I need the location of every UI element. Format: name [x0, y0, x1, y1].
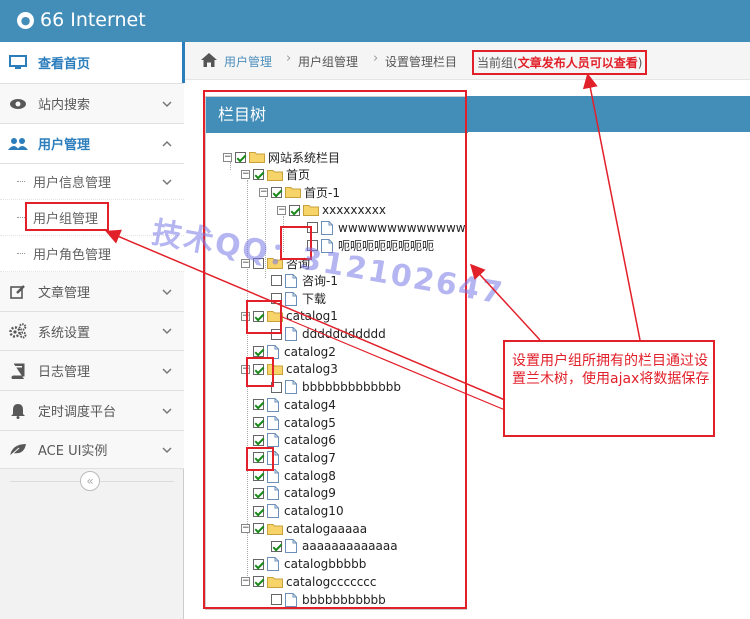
sidebar-item-label: 日志管理	[38, 365, 91, 380]
annotation-checkbox-box	[246, 447, 274, 471]
breadcrumb-item: 设置管理栏目	[385, 55, 458, 69]
sidebar-item-label: 用户管理	[38, 138, 91, 153]
globe-icon: ●	[17, 11, 34, 29]
home-icon[interactable]	[201, 53, 217, 67]
sidebar-subitem-label: 用户信息管理	[33, 176, 112, 191]
users-icon	[8, 136, 28, 152]
leaf-icon	[8, 442, 28, 458]
brand[interactable]: ● 66 Internet	[17, 9, 146, 31]
sidebar-item-search[interactable]: 站内搜索	[0, 84, 184, 124]
sidebar-subitem-label: 用户角色管理	[33, 248, 112, 263]
sidebar-item-label: 文章管理	[38, 286, 91, 301]
sidebar-item-logs[interactable]: 日志管理	[0, 351, 184, 391]
sidebar-item-label: 定时调度平台	[38, 405, 117, 420]
double-chevron-left-icon[interactable]: «	[80, 471, 100, 491]
chevron-down-icon	[162, 407, 172, 414]
sidebar-item-home[interactable]: 查看首页	[0, 42, 185, 84]
sidebar-subitem-user-info[interactable]: 用户信息管理	[0, 164, 184, 200]
current-group-suffix: )	[637, 56, 643, 70]
tree-dash	[17, 181, 25, 182]
annotation-tree-box	[203, 90, 467, 609]
sidebar-collapse-row: «	[0, 469, 184, 493]
sidebar-item-articles[interactable]: 文章管理	[0, 272, 184, 312]
current-group-name: 文章发布人员可以查看	[517, 56, 638, 70]
breadcrumb: 用户管理 › 用户组管理 › 设置管理栏目 当前组(文章发布人员可以查看)	[185, 42, 750, 80]
sidebar-item-scheduler[interactable]: 定时调度平台	[0, 391, 184, 431]
app-title: 66 Internet	[40, 9, 146, 31]
chevron-down-icon	[162, 178, 172, 185]
chevron-down-icon	[162, 328, 172, 335]
sidebar: 查看首页 站内搜索 用户管理 用户信息管理 用户组管理 用户角色管理 文章管理	[0, 42, 185, 619]
panel-header-extension	[467, 96, 750, 132]
annotation-sidebar-box	[25, 202, 109, 231]
cogs-icon	[8, 323, 28, 339]
edit-icon	[8, 284, 28, 300]
breadcrumb-item[interactable]: 用户组管理	[298, 53, 358, 70]
sidebar-item-users[interactable]: 用户管理	[0, 124, 184, 164]
chevron-down-icon	[162, 367, 172, 374]
bell-icon	[8, 403, 28, 419]
annotation-checkbox-box	[246, 300, 282, 334]
chevron-up-icon	[162, 140, 172, 147]
sidebar-item-label: 系统设置	[38, 325, 91, 341]
tree-dash	[17, 253, 25, 254]
current-group-prefix: 当前组(	[477, 56, 518, 70]
top-navbar: ● 66 Internet	[0, 0, 750, 42]
eye-icon	[8, 96, 28, 112]
tree-dash	[17, 217, 25, 218]
breadcrumb-separator: ›	[373, 51, 379, 66]
sidebar-item-label: ACE UI实例	[38, 444, 108, 459]
current-group-label: 当前组(文章发布人员可以查看)	[472, 50, 648, 75]
chevron-down-icon	[162, 446, 172, 453]
breadcrumb-link[interactable]: 用户管理	[224, 53, 272, 70]
annotation-callout-text: 设置用户组所拥有的栏目通过设置兰木树，使用ajax将数据保存	[512, 353, 710, 387]
monitor-icon	[8, 55, 28, 71]
chevron-down-icon	[162, 288, 172, 295]
sidebar-item-ace-ui[interactable]: ACE UI实例	[0, 431, 184, 469]
sidebar-item-label: 查看首页	[38, 57, 91, 72]
book-icon	[8, 363, 28, 379]
breadcrumb-separator: ›	[286, 51, 292, 66]
chevron-down-icon	[162, 100, 172, 107]
sidebar-item-label: 站内搜索	[38, 98, 91, 113]
annotation-checkbox-box	[246, 357, 274, 387]
sidebar-item-settings[interactable]: 系统设置	[0, 312, 184, 351]
